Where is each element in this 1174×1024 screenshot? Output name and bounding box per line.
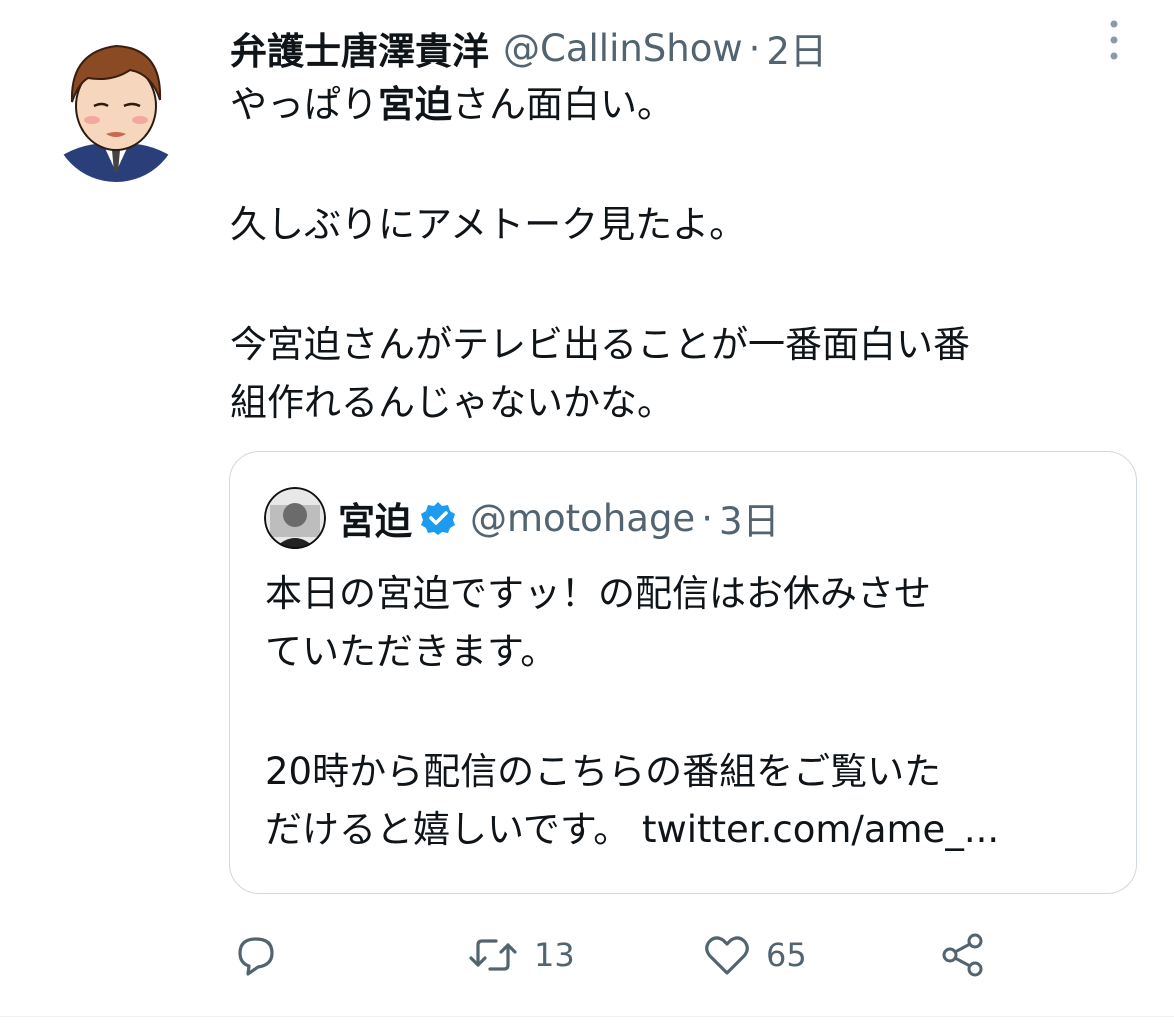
quoted-text-line: 本日の宮迫ですッ！の配信はお休みさせ [265,572,931,615]
retweet-count: 13 [534,936,575,974]
verified-icon [421,502,455,535]
bottom-divider [0,1016,1174,1017]
like-button[interactable]: 65 [702,925,807,985]
author-avatar[interactable] [52,22,180,182]
like-icon [705,936,749,975]
share-button[interactable] [938,925,988,985]
quoted-author-name[interactable]: 宮迫 [338,491,412,545]
quoted-author-avatar[interactable] [264,487,326,549]
more-icon[interactable] [1094,18,1134,62]
author-handle[interactable]: @CallinShow [503,27,743,70]
tweet-text-line: 久しぶりにアメトーク見たよ。 [230,203,747,246]
tweet-timestamp[interactable]: 2日 [766,21,827,75]
quoted-timestamp[interactable]: 3日 [719,491,780,545]
tweet-text-line: やっぱり宮迫さん面白い。 [230,76,674,134]
quoted-text-line: だけると嬉しいです。 twitter.com/ame_... [265,808,1000,851]
tweet-header: 弁護士唐澤貴洋 @CallinShow · 2日 [230,20,1100,76]
tweet-text: さん面白い。 [452,83,674,126]
author-name[interactable]: 弁護士唐澤貴洋 [230,21,489,75]
retweet-icon [469,939,517,971]
share-icon [942,933,983,977]
tweet-text-line: 今宮迫さんがテレビ出ることが一番面白い番 [230,323,970,366]
mention-highlight: 宮迫 [378,83,452,126]
quoted-tweet[interactable]: 宮迫 @motohage · 3日 本日の宮迫ですッ！の配信はお休みさせ ていた… [229,451,1137,894]
like-count: 65 [766,936,807,974]
quoted-text-line: ていただきます。 [265,630,558,673]
reply-button[interactable] [232,925,280,985]
tweet-text-line: 組作れるんじゃないかな。 [230,381,674,424]
separator-dot: · [748,26,761,70]
tweet-text: やっぱり [230,83,378,126]
quoted-text-line: 20時から配信のこちらの番組をご覧いた [265,750,942,793]
tweet-action-bar: 13 65 [230,925,1010,985]
quoted-author-handle[interactable]: @motohage [470,497,695,540]
retweet-button[interactable]: 13 [466,925,575,985]
quoted-tweet-header: 宮迫 @motohage · 3日 [264,487,780,549]
reply-icon [238,937,274,976]
separator-dot: · [701,496,713,540]
